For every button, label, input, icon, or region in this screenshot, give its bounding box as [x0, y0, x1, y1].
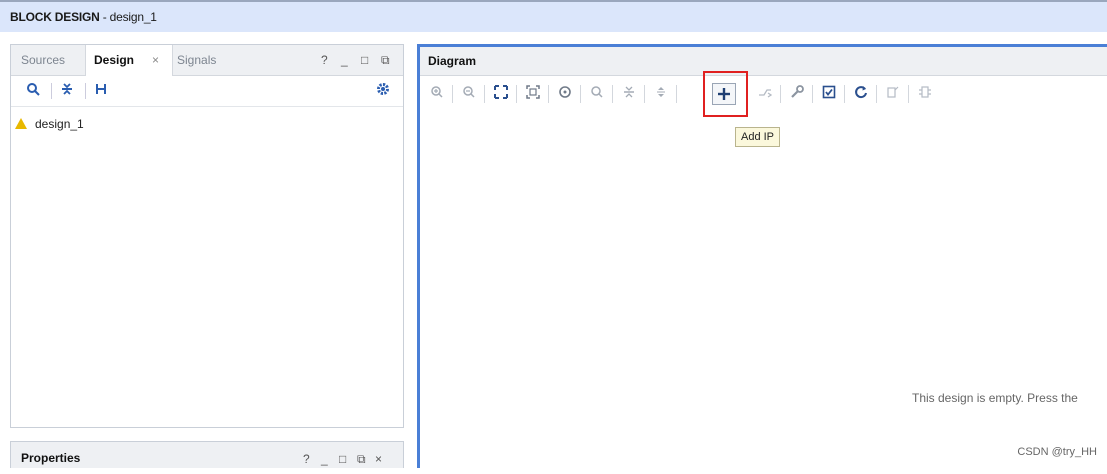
- panel-title: Properties: [21, 451, 81, 465]
- properties-panel: Properties ? _ □ ⧉ ×: [10, 441, 404, 468]
- expand-all-icon[interactable]: [93, 82, 109, 98]
- toolbar-separator: [644, 85, 645, 103]
- tab-close-icon[interactable]: ×: [152, 53, 159, 67]
- panel-toolbar: [11, 76, 403, 107]
- tab-sources[interactable]: Sources: [21, 45, 65, 75]
- toolbar-separator: [548, 85, 549, 103]
- route-icon[interactable]: [756, 85, 774, 103]
- collapse-all-icon[interactable]: [59, 82, 75, 98]
- toolbar-separator: [612, 85, 613, 103]
- refresh-icon[interactable]: [852, 85, 870, 103]
- tooltip: Add IP: [735, 127, 781, 147]
- help-button[interactable]: ?: [303, 444, 310, 474]
- collapse-icon[interactable]: [620, 85, 638, 103]
- fit-selection-icon[interactable]: [524, 85, 542, 103]
- search-icon[interactable]: [588, 85, 606, 103]
- toolbar-separator: [844, 85, 845, 103]
- center-icon[interactable]: [556, 85, 574, 103]
- add-ip-icon: [718, 88, 730, 100]
- toolbar-separator: [876, 85, 877, 103]
- warning-icon: [15, 118, 27, 129]
- diagram-toolbar: [420, 76, 1107, 110]
- empty-design-message: This design is empty. Press the: [912, 391, 1078, 405]
- gear-icon[interactable]: [375, 82, 391, 98]
- toolbar-separator: [908, 85, 909, 103]
- tab-signals[interactable]: Signals: [177, 45, 216, 75]
- tree-item-design[interactable]: design_1: [15, 117, 84, 131]
- window-titlebar: BLOCK DESIGN - design_1: [0, 0, 1107, 32]
- ports-icon[interactable]: [916, 85, 934, 103]
- float-button[interactable]: ⧉: [381, 45, 390, 75]
- zoom-out-icon[interactable]: [460, 85, 478, 103]
- toolbar-separator: [85, 83, 86, 99]
- close-button[interactable]: ×: [375, 444, 382, 474]
- maximize-button[interactable]: □: [361, 45, 368, 75]
- watermark-text: CSDN @try_HH: [1017, 446, 1097, 458]
- minimize-button[interactable]: _: [341, 45, 348, 75]
- diagram-header: Diagram: [420, 47, 1107, 76]
- fit-full-icon[interactable]: [492, 85, 510, 103]
- toolbar-separator: [51, 83, 52, 99]
- add-ip-button[interactable]: [712, 83, 736, 105]
- tab-design[interactable]: Design ×: [85, 45, 173, 76]
- toolbar-separator: [812, 85, 813, 103]
- validate-icon[interactable]: [820, 85, 838, 103]
- toolbar-separator: [516, 85, 517, 103]
- window-title: BLOCK DESIGN - design_1: [10, 10, 157, 24]
- toolbar-separator: [484, 85, 485, 103]
- expand-icon[interactable]: [652, 85, 670, 103]
- help-button[interactable]: ?: [321, 45, 328, 75]
- search-icon[interactable]: [25, 82, 41, 98]
- design-tree: design_1: [15, 117, 84, 131]
- spacer: [0, 32, 1107, 42]
- toolbar-separator: [780, 85, 781, 103]
- toolbar-separator: [580, 85, 581, 103]
- float-button[interactable]: ⧉: [357, 444, 366, 474]
- regenerate-icon[interactable]: [884, 85, 902, 103]
- tree-item-label: design_1: [35, 117, 84, 131]
- panel-tabs: Sources Design × Signals ? _ □ ⧉: [11, 45, 403, 76]
- toolbar-separator: [676, 85, 677, 103]
- diagram-panel: Diagram Add IP This design is empty. Pre…: [417, 44, 1107, 468]
- wrench-icon[interactable]: [788, 85, 806, 103]
- zoom-in-icon[interactable]: [428, 85, 446, 103]
- sources-panel: Sources Design × Signals ? _ □ ⧉ design_1: [10, 44, 404, 428]
- minimize-button[interactable]: _: [321, 444, 328, 474]
- toolbar-separator: [452, 85, 453, 103]
- diagram-title: Diagram: [428, 54, 477, 68]
- maximize-button[interactable]: □: [339, 444, 346, 474]
